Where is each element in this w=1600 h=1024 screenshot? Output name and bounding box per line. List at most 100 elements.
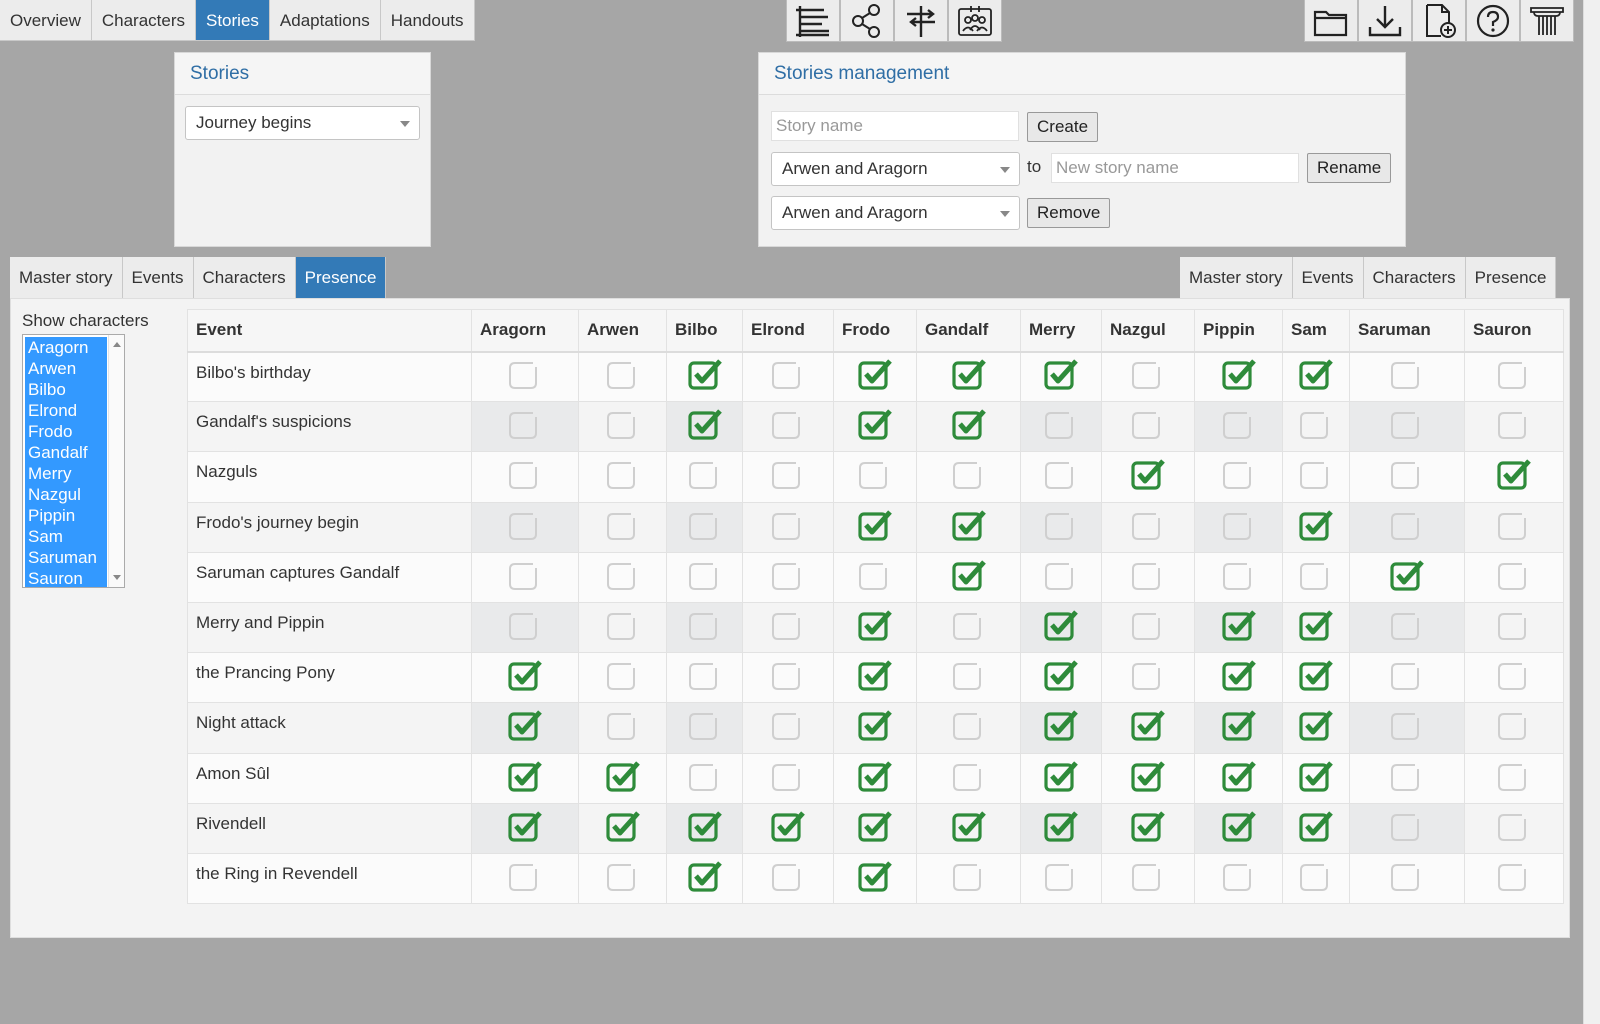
checked-checkbox-icon[interactable] xyxy=(1298,708,1334,742)
unchecked-checkbox-icon[interactable] xyxy=(687,658,723,692)
unchecked-checkbox-icon[interactable] xyxy=(687,558,723,592)
checked-checkbox-icon[interactable] xyxy=(951,558,987,592)
checked-checkbox-icon[interactable] xyxy=(951,809,987,843)
list-scrollbar[interactable] xyxy=(108,335,124,587)
unchecked-checkbox-icon[interactable] xyxy=(507,608,543,642)
unchecked-checkbox-icon[interactable] xyxy=(1043,407,1079,441)
unchecked-checkbox-icon[interactable] xyxy=(507,558,543,592)
checked-checkbox-icon[interactable] xyxy=(605,809,641,843)
unchecked-checkbox-icon[interactable] xyxy=(1130,658,1166,692)
nav-tab-characters[interactable]: Characters xyxy=(91,0,196,41)
unchecked-checkbox-icon[interactable] xyxy=(770,859,806,893)
checked-checkbox-icon[interactable] xyxy=(507,809,543,843)
checked-checkbox-icon[interactable] xyxy=(687,859,723,893)
unchecked-checkbox-icon[interactable] xyxy=(687,708,723,742)
checked-checkbox-icon[interactable] xyxy=(1298,608,1334,642)
checked-checkbox-icon[interactable] xyxy=(1496,457,1532,491)
nav-tab-stories[interactable]: Stories xyxy=(196,0,270,41)
checked-checkbox-icon[interactable] xyxy=(1298,809,1334,843)
unchecked-checkbox-icon[interactable] xyxy=(951,708,987,742)
roster-button[interactable] xyxy=(948,0,1002,42)
unchecked-checkbox-icon[interactable] xyxy=(605,859,641,893)
character-option[interactable]: Nazgul xyxy=(25,484,107,505)
unchecked-checkbox-icon[interactable] xyxy=(605,608,641,642)
checked-checkbox-icon[interactable] xyxy=(857,407,893,441)
unchecked-checkbox-icon[interactable] xyxy=(1043,558,1079,592)
checked-checkbox-icon[interactable] xyxy=(1130,708,1166,742)
unchecked-checkbox-icon[interactable] xyxy=(857,558,893,592)
remove-story-select[interactable]: Arwen and Aragorn xyxy=(771,196,1020,230)
checked-checkbox-icon[interactable] xyxy=(1043,809,1079,843)
unchecked-checkbox-icon[interactable] xyxy=(951,608,987,642)
unchecked-checkbox-icon[interactable] xyxy=(1130,558,1166,592)
unchecked-checkbox-icon[interactable] xyxy=(1298,558,1334,592)
unchecked-checkbox-icon[interactable] xyxy=(1389,457,1425,491)
unchecked-checkbox-icon[interactable] xyxy=(605,658,641,692)
unchecked-checkbox-icon[interactable] xyxy=(1043,859,1079,893)
unchecked-checkbox-icon[interactable] xyxy=(1221,457,1257,491)
checked-checkbox-icon[interactable] xyxy=(1298,658,1334,692)
unchecked-checkbox-icon[interactable] xyxy=(1496,608,1532,642)
checked-checkbox-icon[interactable] xyxy=(1130,457,1166,491)
character-option[interactable]: Bilbo xyxy=(25,379,107,400)
checked-checkbox-icon[interactable] xyxy=(1130,809,1166,843)
checked-checkbox-icon[interactable] xyxy=(1298,508,1334,542)
checked-checkbox-icon[interactable] xyxy=(1298,759,1334,793)
unchecked-checkbox-icon[interactable] xyxy=(1496,859,1532,893)
right-tab-events[interactable]: Events xyxy=(1292,257,1364,298)
unchecked-checkbox-icon[interactable] xyxy=(770,457,806,491)
unchecked-checkbox-icon[interactable] xyxy=(1389,809,1425,843)
checked-checkbox-icon[interactable] xyxy=(857,859,893,893)
unchecked-checkbox-icon[interactable] xyxy=(770,759,806,793)
unchecked-checkbox-icon[interactable] xyxy=(1496,558,1532,592)
new-file-button[interactable] xyxy=(1412,0,1466,42)
checked-checkbox-icon[interactable] xyxy=(1221,708,1257,742)
unchecked-checkbox-icon[interactable] xyxy=(1130,508,1166,542)
unchecked-checkbox-icon[interactable] xyxy=(1130,859,1166,893)
timeline-button[interactable] xyxy=(786,0,840,42)
about-button[interactable] xyxy=(1520,0,1574,42)
checked-checkbox-icon[interactable] xyxy=(507,658,543,692)
checked-checkbox-icon[interactable] xyxy=(857,608,893,642)
unchecked-checkbox-icon[interactable] xyxy=(507,407,543,441)
unchecked-checkbox-icon[interactable] xyxy=(857,457,893,491)
unchecked-checkbox-icon[interactable] xyxy=(605,407,641,441)
checked-checkbox-icon[interactable] xyxy=(1043,608,1079,642)
unchecked-checkbox-icon[interactable] xyxy=(1496,407,1532,441)
character-option[interactable]: Elrond xyxy=(25,400,107,421)
remove-button[interactable]: Remove xyxy=(1027,198,1111,228)
download-button[interactable] xyxy=(1358,0,1412,42)
checked-checkbox-icon[interactable] xyxy=(1043,759,1079,793)
unchecked-checkbox-icon[interactable] xyxy=(507,508,543,542)
checked-checkbox-icon[interactable] xyxy=(1221,357,1257,391)
right-tab-characters[interactable]: Characters xyxy=(1363,257,1466,298)
checked-checkbox-icon[interactable] xyxy=(1221,759,1257,793)
unchecked-checkbox-icon[interactable] xyxy=(605,558,641,592)
create-button[interactable]: Create xyxy=(1027,112,1099,142)
relations-button[interactable] xyxy=(840,0,894,42)
unchecked-checkbox-icon[interactable] xyxy=(1221,859,1257,893)
unchecked-checkbox-icon[interactable] xyxy=(951,658,987,692)
checked-checkbox-icon[interactable] xyxy=(1298,357,1334,391)
unchecked-checkbox-icon[interactable] xyxy=(507,859,543,893)
unchecked-checkbox-icon[interactable] xyxy=(687,608,723,642)
checked-checkbox-icon[interactable] xyxy=(857,708,893,742)
unchecked-checkbox-icon[interactable] xyxy=(1221,558,1257,592)
unchecked-checkbox-icon[interactable] xyxy=(1389,708,1425,742)
unchecked-checkbox-icon[interactable] xyxy=(951,859,987,893)
checked-checkbox-icon[interactable] xyxy=(857,759,893,793)
checked-checkbox-icon[interactable] xyxy=(1043,357,1079,391)
unchecked-checkbox-icon[interactable] xyxy=(605,708,641,742)
checked-checkbox-icon[interactable] xyxy=(770,809,806,843)
checked-checkbox-icon[interactable] xyxy=(605,759,641,793)
unchecked-checkbox-icon[interactable] xyxy=(770,508,806,542)
character-option[interactable]: Frodo xyxy=(25,421,107,442)
unchecked-checkbox-icon[interactable] xyxy=(605,357,641,391)
help-button[interactable] xyxy=(1466,0,1520,42)
checked-checkbox-icon[interactable] xyxy=(687,357,723,391)
unchecked-checkbox-icon[interactable] xyxy=(770,357,806,391)
new-story-name-input[interactable]: New story name xyxy=(1051,153,1299,183)
story-name-input[interactable]: Story name xyxy=(771,111,1019,141)
checked-checkbox-icon[interactable] xyxy=(507,708,543,742)
unchecked-checkbox-icon[interactable] xyxy=(687,457,723,491)
